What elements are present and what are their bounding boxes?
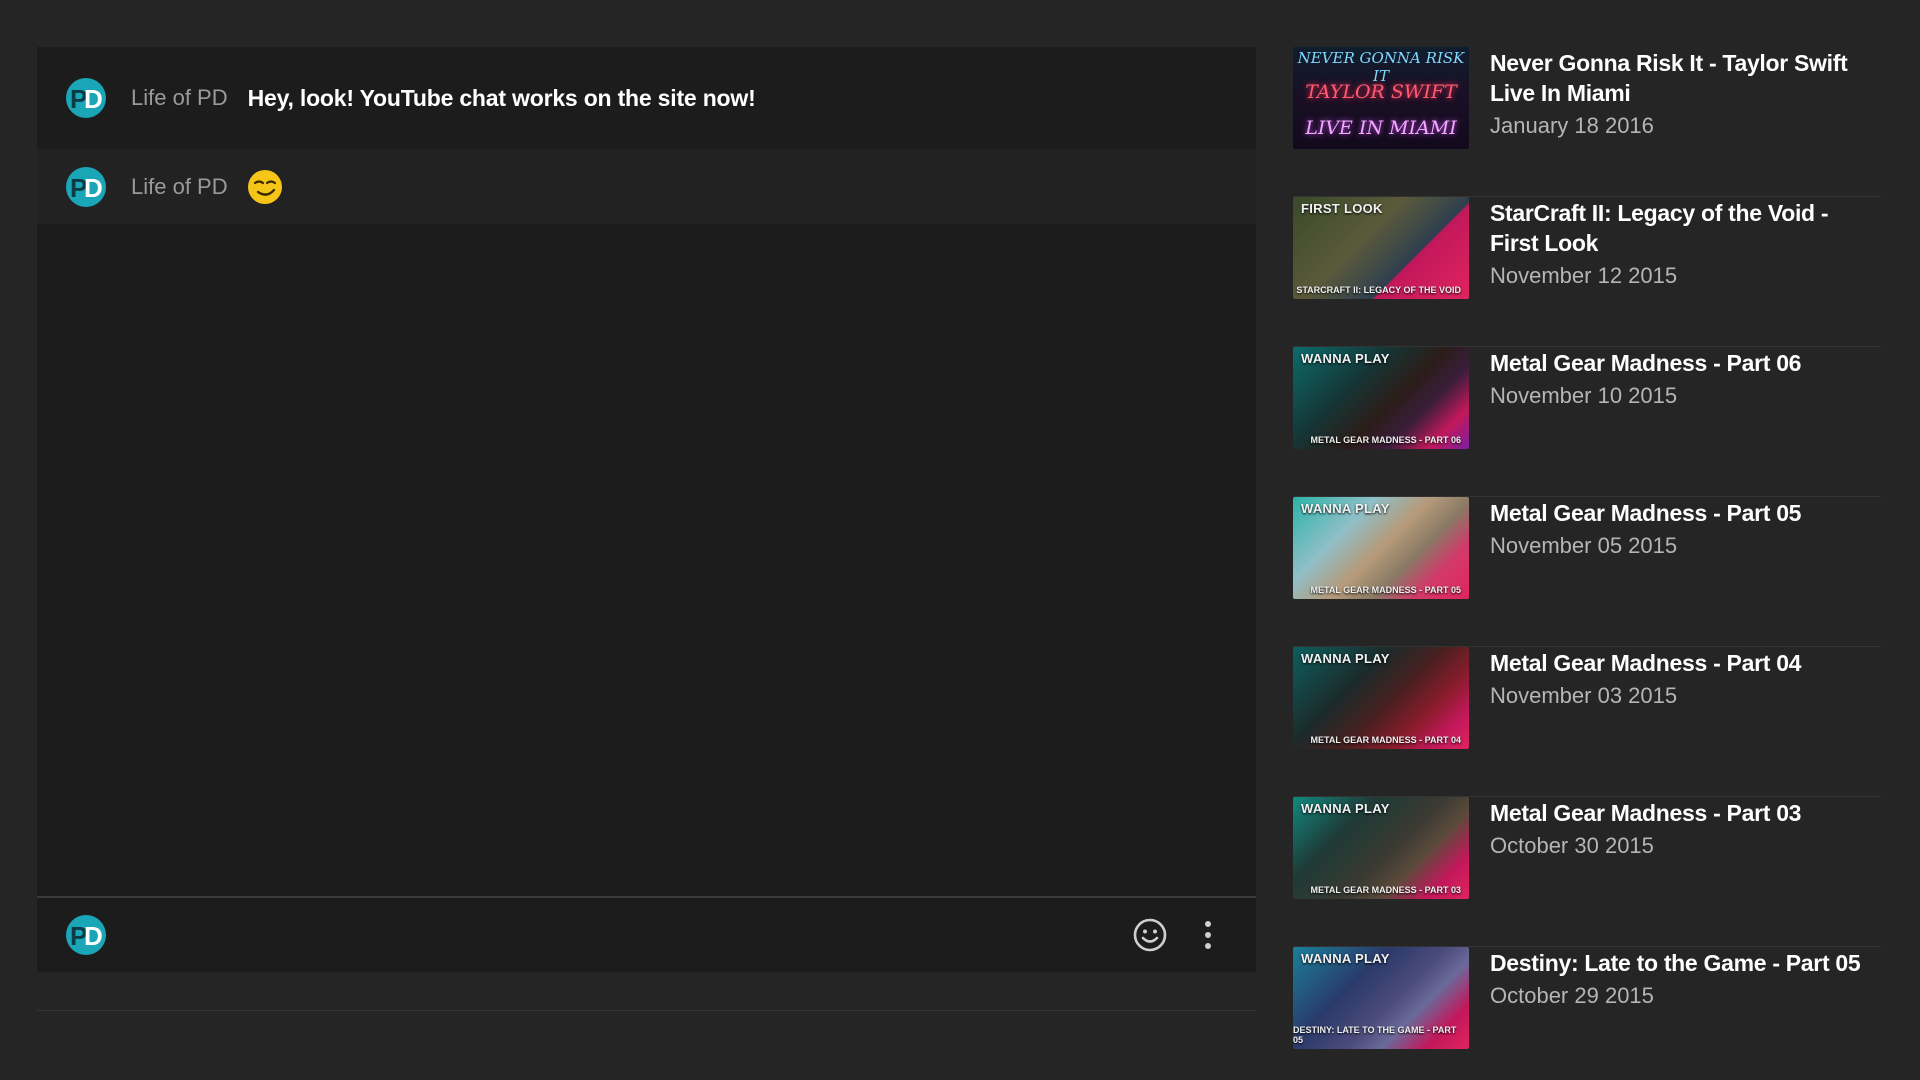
video-title[interactable]: Metal Gear Madness - Part 03 <box>1490 798 1881 828</box>
video-thumbnail[interactable]: WANNA PLAY METAL GEAR MADNESS - PART 05 <box>1293 497 1469 599</box>
svg-text:D: D <box>84 921 103 951</box>
video-meta: Metal Gear Madness - Part 03 October 30 … <box>1490 797 1881 946</box>
video-date: November 10 2015 <box>1490 383 1678 408</box>
video-date: October 29 2015 <box>1490 983 1654 1008</box>
video-date: October 30 2015 <box>1490 833 1654 858</box>
section-divider <box>37 1010 1256 1011</box>
video-title[interactable]: Never Gonna Risk It - Taylor Swift Live … <box>1490 48 1881 108</box>
message-author[interactable]: Life of PD <box>131 174 228 200</box>
video-meta: StarCraft II: Legacy of the Void - First… <box>1490 197 1881 346</box>
avatar[interactable]: P D <box>65 166 107 208</box>
thumbnail-tag: WANNA PLAY <box>1301 951 1390 966</box>
thumbnail-caption: METAL GEAR MADNESS - PART 05 <box>1310 585 1461 595</box>
video-thumbnail[interactable]: WANNA PLAY DESTINY: LATE TO THE GAME - P… <box>1293 947 1469 1049</box>
video-meta: Destiny: Late to the Game - Part 05 Octo… <box>1490 947 1881 1080</box>
chat-message[interactable]: P D Life of PD <box>37 149 1256 224</box>
video-title[interactable]: Destiny: Late to the Game - Part 05 <box>1490 948 1881 978</box>
video-thumbnail[interactable]: WANNA PLAY METAL GEAR MADNESS - PART 06 <box>1293 347 1469 449</box>
smiley-icon <box>1133 918 1167 952</box>
thumbnail-text: TAYLOR SWIFT <box>1305 81 1457 103</box>
message-text: Hey, look! YouTube chat works on the sit… <box>247 84 756 111</box>
recent-videos-list: NEVER GONNA RISK IT TAYLOR SWIFT LIVE IN… <box>1293 47 1881 1080</box>
video-thumbnail[interactable]: FIRST LOOK STARCRAFT II: LEGACY OF THE V… <box>1293 197 1469 299</box>
pd-logo-icon: P D <box>66 915 106 955</box>
video-title[interactable]: Metal Gear Madness - Part 04 <box>1490 648 1881 678</box>
emoji-button[interactable] <box>1128 913 1172 957</box>
video-item[interactable]: WANNA PLAY METAL GEAR MADNESS - PART 06 … <box>1293 347 1881 497</box>
page: P D Life of PD Hey, look! YouTube chat w… <box>0 0 1920 1080</box>
video-meta: Never Gonna Risk It - Taylor Swift Live … <box>1490 47 1881 196</box>
thumbnail-tag: FIRST LOOK <box>1301 201 1383 216</box>
video-thumbnail[interactable]: NEVER GONNA RISK IT TAYLOR SWIFT LIVE IN… <box>1293 47 1469 149</box>
video-meta: Metal Gear Madness - Part 05 November 05… <box>1490 497 1881 646</box>
thumbnail-tag: WANNA PLAY <box>1301 801 1390 816</box>
chat-message[interactable]: P D Life of PD Hey, look! YouTube chat w… <box>37 47 1256 149</box>
more-options-button[interactable] <box>1186 913 1230 957</box>
video-title[interactable]: Metal Gear Madness - Part 05 <box>1490 498 1881 528</box>
avatar[interactable]: P D <box>65 77 107 119</box>
thumbnail-caption: STARCRAFT II: LEGACY OF THE VOID <box>1296 285 1461 295</box>
pd-logo-icon: P D <box>66 166 106 207</box>
smirking-face-emoji-icon <box>247 169 282 204</box>
video-date: November 05 2015 <box>1490 533 1678 558</box>
video-item[interactable]: WANNA PLAY METAL GEAR MADNESS - PART 03 … <box>1293 797 1881 947</box>
message-author[interactable]: Life of PD <box>131 85 228 111</box>
thumbnail-text: NEVER GONNA RISK IT <box>1297 49 1465 85</box>
video-date: November 03 2015 <box>1490 683 1678 708</box>
video-item[interactable]: WANNA PLAY METAL GEAR MADNESS - PART 04 … <box>1293 647 1881 797</box>
thumbnail-text: LIVE IN MIAMI <box>1305 117 1457 139</box>
chat-input-bar[interactable]: P D <box>37 898 1256 972</box>
thumbnail-tag: WANNA PLAY <box>1301 501 1390 516</box>
video-title[interactable]: StarCraft II: Legacy of the Void - First… <box>1490 198 1881 258</box>
pd-logo-icon: P D <box>66 78 106 118</box>
thumbnail-caption: METAL GEAR MADNESS - PART 06 <box>1310 435 1461 445</box>
video-date: January 18 2016 <box>1490 113 1654 138</box>
thumbnail-caption: DESTINY: LATE TO THE GAME - PART 05 <box>1293 1025 1457 1045</box>
video-thumbnail[interactable]: WANNA PLAY METAL GEAR MADNESS - PART 03 <box>1293 797 1469 899</box>
video-meta: Metal Gear Madness - Part 04 November 03… <box>1490 647 1881 796</box>
video-item[interactable]: WANNA PLAY METAL GEAR MADNESS - PART 05 … <box>1293 497 1881 647</box>
video-item[interactable]: FIRST LOOK STARCRAFT II: LEGACY OF THE V… <box>1293 197 1881 347</box>
thumbnail-tag: WANNA PLAY <box>1301 351 1390 366</box>
svg-text:D: D <box>84 173 103 203</box>
svg-text:D: D <box>84 84 103 114</box>
video-meta: Metal Gear Madness - Part 06 November 10… <box>1490 347 1881 496</box>
video-item[interactable]: NEVER GONNA RISK IT TAYLOR SWIFT LIVE IN… <box>1293 47 1881 197</box>
video-item[interactable]: WANNA PLAY DESTINY: LATE TO THE GAME - P… <box>1293 947 1881 1080</box>
thumbnail-caption: METAL GEAR MADNESS - PART 04 <box>1310 735 1461 745</box>
avatar: P D <box>65 914 107 956</box>
live-chat-panel: P D Life of PD Hey, look! YouTube chat w… <box>37 47 1256 972</box>
video-thumbnail[interactable]: WANNA PLAY METAL GEAR MADNESS - PART 04 <box>1293 647 1469 749</box>
thumbnail-tag: WANNA PLAY <box>1301 651 1390 666</box>
video-title[interactable]: Metal Gear Madness - Part 06 <box>1490 348 1881 378</box>
more-vertical-icon <box>1205 921 1211 949</box>
video-date: November 12 2015 <box>1490 263 1678 288</box>
thumbnail-caption: METAL GEAR MADNESS - PART 03 <box>1310 885 1461 895</box>
